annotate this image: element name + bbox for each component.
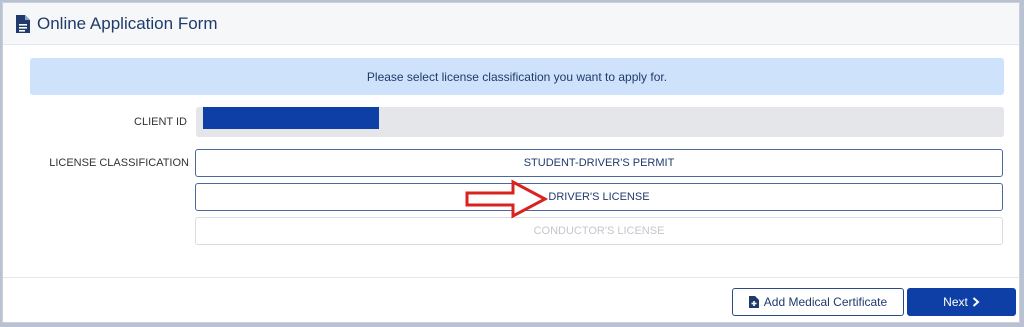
application-form-window: Online Application Form Please select li… (2, 2, 1020, 323)
page-title: Online Application Form (37, 13, 218, 33)
file-text-icon (15, 14, 31, 34)
add-medical-certificate-button[interactable]: Add Medical Certificate (732, 288, 904, 316)
redacted-client-id (203, 107, 379, 129)
add-medical-certificate-label: Add Medical Certificate (763, 295, 888, 309)
red-arrow-annotation (465, 179, 549, 219)
footer-divider (3, 277, 1019, 278)
file-plus-icon (748, 296, 759, 308)
next-label: Next (943, 295, 968, 309)
student-drivers-permit-option[interactable]: STUDENT-DRIVER'S PERMIT (195, 149, 1003, 177)
next-button[interactable]: Next (907, 288, 1016, 316)
client-id-label: CLIENT ID (134, 116, 187, 128)
form-header: Online Application Form (3, 3, 1019, 45)
chevron-right-icon (972, 297, 980, 307)
instruction-banner: Please select license classification you… (30, 58, 1004, 95)
drivers-license-option[interactable]: DRIVER'S LICENSE (195, 183, 1003, 211)
license-classification-label: LICENSE CLASSIFICATION (49, 157, 189, 169)
conductors-license-option[interactable]: CONDUCTOR'S LICENSE (195, 217, 1003, 245)
client-id-field (196, 107, 1004, 137)
